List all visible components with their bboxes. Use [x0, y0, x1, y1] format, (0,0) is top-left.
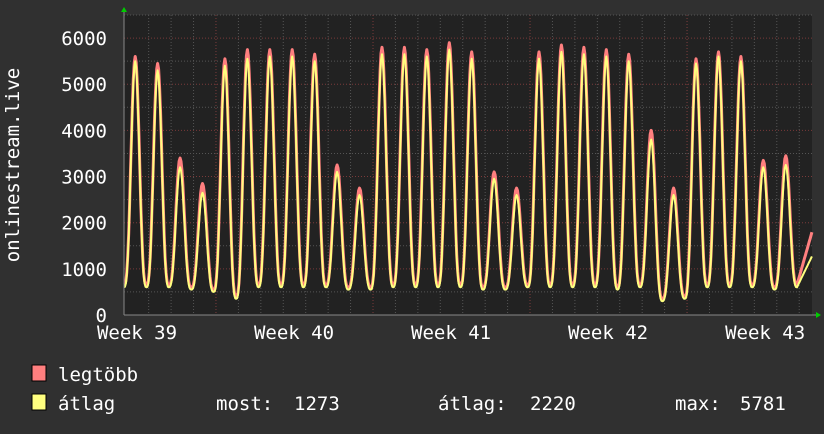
y-tick-label: 1000	[61, 259, 107, 281]
x-tick-label: Week 39	[97, 322, 177, 344]
stat-max-value: 5781	[740, 393, 786, 415]
stat-most-value: 1273	[294, 393, 340, 415]
y-tick-label: 5000	[61, 74, 107, 96]
x-tick-label: Week 41	[411, 322, 491, 344]
rrd-chart: onlinestream.live 0100020003000400050006…	[2, 7, 821, 415]
y-axis-arrow-icon	[121, 7, 127, 12]
stat-avg-label: átlag:	[438, 393, 507, 415]
x-tick-label: Week 40	[254, 322, 334, 344]
legend: legtöbb átlag most: 1273 átlag: 2220 max…	[31, 364, 786, 415]
y-tick-label: 4000	[61, 120, 107, 142]
y-tick-label: 6000	[61, 28, 107, 50]
x-tick-label: Week 42	[568, 322, 648, 344]
stat-most-label: most:	[216, 393, 273, 415]
x-axis-arrow-icon	[816, 312, 821, 318]
x-tick-labels: Week 39 Week 40 Week 41 Week 42 Week 43	[97, 322, 805, 344]
stat-avg-value: 2220	[530, 393, 576, 415]
y-axis-title: onlinestream.live	[2, 68, 24, 262]
legend-label-atlag: átlag	[58, 393, 115, 415]
stat-max-label: max:	[675, 393, 721, 415]
legend-swatch-legtobb	[31, 364, 47, 382]
y-tick-label: 3000	[61, 167, 107, 189]
y-tick-label: 2000	[61, 213, 107, 235]
y-tick-labels: 0100020003000400050006000	[61, 28, 107, 327]
x-tick-label: Week 43	[725, 322, 805, 344]
legend-swatch-atlag	[31, 393, 47, 411]
legend-label-legtobb: legtöbb	[58, 364, 138, 386]
